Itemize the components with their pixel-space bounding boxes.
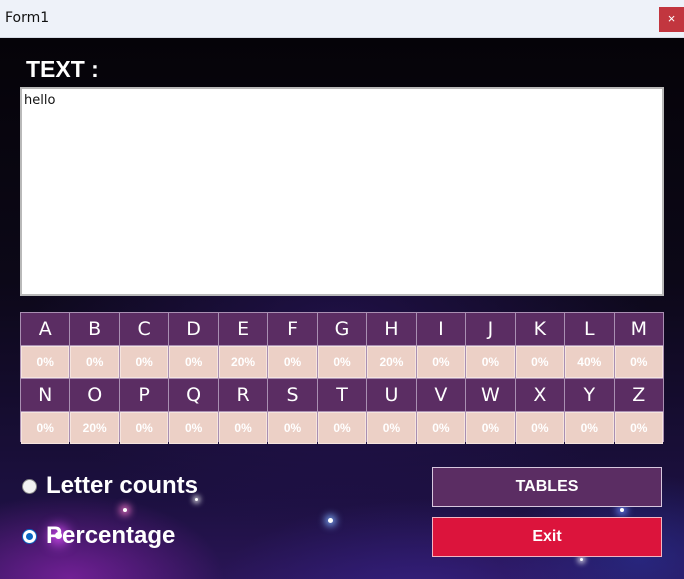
- letter-percentage: 20%: [70, 412, 119, 444]
- letter-percentage: 0%: [317, 346, 367, 378]
- letter-header: K: [515, 313, 565, 345]
- percentage-radio[interactable]: [22, 528, 37, 544]
- letter-header: X: [515, 379, 565, 411]
- letter-header: U: [367, 379, 416, 411]
- letter-percentage: 40%: [565, 346, 614, 378]
- letter-counts-option[interactable]: Letter counts: [22, 472, 198, 500]
- letter-percentage: 0%: [515, 346, 565, 378]
- letter-percentage: 0%: [119, 346, 169, 378]
- close-icon: ×: [667, 11, 676, 26]
- letter-header: O: [70, 379, 119, 411]
- letter-header: L: [565, 313, 614, 345]
- letter-header: G: [317, 313, 367, 345]
- text-input[interactable]: hello: [20, 87, 664, 296]
- letter-header: S: [268, 379, 317, 411]
- background-star: [328, 518, 333, 523]
- letter-percentage: 0%: [21, 346, 70, 378]
- letter-percentage: 0%: [268, 412, 317, 444]
- letter-percentage: 0%: [367, 412, 416, 444]
- letter-percentage: 0%: [614, 412, 663, 444]
- letter-percentage: 0%: [614, 346, 663, 378]
- background-star: [580, 558, 583, 561]
- letter-percentage: 0%: [515, 412, 565, 444]
- letter-header: T: [317, 379, 367, 411]
- letter-percentage: 0%: [466, 346, 515, 378]
- letter-percentage: 0%: [70, 346, 119, 378]
- close-button[interactable]: ×: [659, 7, 684, 32]
- letter-header: V: [416, 379, 466, 411]
- letter-header: J: [466, 313, 515, 345]
- letter-header: C: [119, 313, 169, 345]
- text-label: TEXT :: [26, 56, 99, 82]
- letter-header: A: [21, 313, 70, 345]
- letter-percentage: 0%: [268, 346, 317, 378]
- letter-percentage: 0%: [169, 346, 218, 378]
- letter-header: F: [268, 313, 317, 345]
- letter-frequency-grid: A B C D E F G H I J K L M 0% 0% 0% 0% 20…: [20, 312, 664, 444]
- letter-counts-radio[interactable]: [22, 478, 37, 494]
- title-bar: Form1 ×: [0, 0, 684, 38]
- letter-header: E: [218, 313, 268, 345]
- tables-button[interactable]: TABLES: [432, 467, 662, 507]
- letter-header: Z: [614, 379, 663, 411]
- letter-percentage: 0%: [565, 412, 614, 444]
- letter-percentage: 0%: [21, 412, 70, 444]
- letter-header: N: [21, 379, 70, 411]
- letter-percentage: 0%: [416, 412, 466, 444]
- form-client-area: TEXT : hello A B C D E F G H I J K L M 0…: [0, 38, 684, 579]
- letter-header: M: [614, 313, 663, 345]
- letter-percentage: 0%: [416, 346, 466, 378]
- letter-percentage: 0%: [169, 412, 218, 444]
- letter-header: D: [169, 313, 218, 345]
- letter-percentage: 0%: [119, 412, 169, 444]
- letter-percentage: 20%: [367, 346, 416, 378]
- letter-percentage: 0%: [218, 412, 268, 444]
- letter-percentage: 20%: [218, 346, 268, 378]
- exit-button[interactable]: Exit: [432, 517, 662, 557]
- letter-header: I: [416, 313, 466, 345]
- background-star: [620, 508, 624, 512]
- percentage-option[interactable]: Percentage: [22, 522, 175, 550]
- letter-header: B: [70, 313, 119, 345]
- letter-percentage: 0%: [317, 412, 367, 444]
- letter-header: P: [119, 379, 169, 411]
- letter-header: Q: [169, 379, 218, 411]
- background-star: [123, 508, 127, 512]
- letter-header: W: [466, 379, 515, 411]
- percentage-label: Percentage: [46, 522, 176, 549]
- letter-header: H: [367, 313, 416, 345]
- window-title: Form1: [5, 10, 50, 26]
- letter-percentage: 0%: [466, 412, 515, 444]
- letter-header: R: [218, 379, 268, 411]
- letter-counts-label: Letter counts: [46, 472, 199, 499]
- letter-header: Y: [565, 379, 614, 411]
